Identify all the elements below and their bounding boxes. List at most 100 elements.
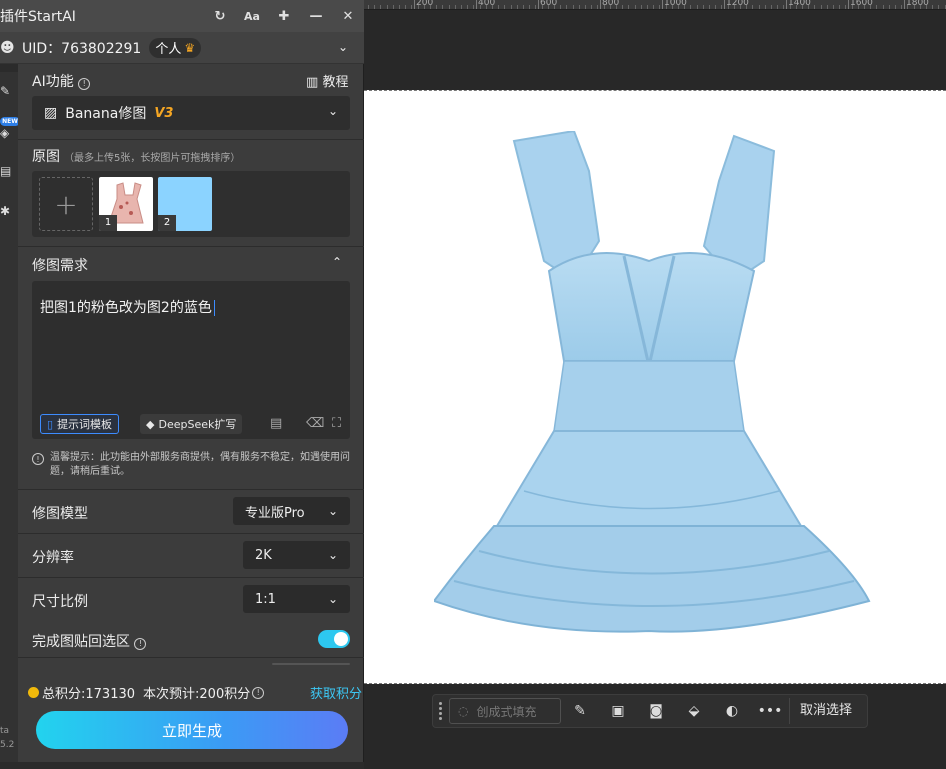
scroll-indicator[interactable] xyxy=(272,663,350,665)
ruler-minor-tick xyxy=(888,5,890,9)
artboard[interactable] xyxy=(364,90,946,684)
ruler-minor-tick xyxy=(616,5,617,9)
ruler-minor-tick xyxy=(622,5,624,9)
ruler-minor-tick xyxy=(485,5,487,9)
ruler-minor-tick xyxy=(882,5,884,9)
ai-function-label: AI功能 ! xyxy=(32,71,91,91)
generative-fill-label: 创成式填充 xyxy=(476,704,537,719)
ruler-minor-tick xyxy=(671,5,673,9)
get-points-link[interactable]: 获取积分 xyxy=(310,683,362,702)
file-icon[interactable]: ▤ xyxy=(0,164,14,178)
fill-bucket-icon[interactable]: ⬙ xyxy=(675,698,713,724)
refresh-icon[interactable]: ↻ xyxy=(204,9,236,24)
tutorial-link[interactable]: ▥ 教程 xyxy=(306,71,348,90)
source-image-thumb[interactable]: 2 xyxy=(158,177,212,231)
ruler-minor-tick xyxy=(907,5,909,9)
prompt-template-button[interactable]: ▯ 提示词模板 xyxy=(40,414,120,434)
ruler-tick xyxy=(904,0,905,9)
ruler-minor-tick xyxy=(461,5,462,9)
source-images-note: （最多上传5张，长按图片可拖拽排序） xyxy=(64,153,241,164)
uid-text: UID：763802291 xyxy=(22,40,142,57)
chevron-down-icon[interactable]: ⌄ xyxy=(338,40,348,54)
ai-function-value: Banana修图 xyxy=(65,106,147,122)
sparkle-icon: ◌ xyxy=(458,704,469,718)
generate-button[interactable]: 立即生成 xyxy=(36,711,348,749)
prompt-box[interactable]: 把图1的粉色改为图2的蓝色 ▯ 提示词模板 ◆ DeepSeek扩写 ▤ ⌫ ⛶ xyxy=(32,281,350,439)
generative-fill-button[interactable]: ◌ 创成式填充 xyxy=(449,698,561,724)
info-icon[interactable]: ! xyxy=(134,637,147,650)
user-icon: ☻ xyxy=(0,39,15,56)
app-title: 插件StartAI xyxy=(0,9,76,25)
ruler-minor-tick xyxy=(913,5,915,9)
chevron-up-icon[interactable]: ⌃ xyxy=(332,255,342,269)
whale-icon: ◆ xyxy=(146,417,155,431)
ruler-minor-tick xyxy=(591,5,593,9)
ruler-minor-tick xyxy=(764,5,766,9)
ruler-minor-tick xyxy=(783,5,785,9)
ruler-minor-tick xyxy=(938,5,940,9)
ruler-minor-tick xyxy=(647,5,648,9)
chevron-down-icon: ⌄ xyxy=(327,548,338,562)
ruler-minor-tick xyxy=(523,5,524,9)
ruler-minor-tick xyxy=(771,5,772,9)
font-size-icon[interactable]: Aa xyxy=(236,10,268,23)
aspect-ratio-label: 尺寸比例 xyxy=(32,594,88,610)
account-row[interactable]: ☻ UID：763802291 个人 ♛ ⌄ xyxy=(0,32,364,64)
ruler-minor-tick xyxy=(839,5,841,9)
resolution-select[interactable]: 2K ⌄ xyxy=(243,541,350,569)
ruler-tick xyxy=(538,0,539,9)
panel-titlebar: 插件StartAI ↻ Aa ✚ — ✕ xyxy=(0,0,364,32)
ruler-minor-tick xyxy=(634,5,636,9)
close-icon[interactable]: ✕ xyxy=(332,9,364,24)
prompt-input[interactable]: 把图1的粉色改为图2的蓝色 xyxy=(40,297,215,317)
left-tool-strip: ✎ NEW ◈ ▤ ✱ xyxy=(0,72,20,762)
chevron-down-icon: ⌄ xyxy=(327,592,338,606)
upload-image-button[interactable]: + xyxy=(39,177,93,231)
ruler-tick xyxy=(476,0,477,9)
pin-icon[interactable]: ✚ xyxy=(268,9,300,24)
total-points: 总积分:173130 xyxy=(42,687,136,702)
brush-icon[interactable]: ✎ xyxy=(561,698,599,724)
ruler-minor-tick xyxy=(758,5,760,9)
info-icon[interactable]: ! xyxy=(78,77,91,90)
paste-back-toggle[interactable] xyxy=(318,630,350,648)
model-label: 修图模型 xyxy=(32,506,88,522)
ruler-tick xyxy=(662,0,663,9)
chevron-down-icon: ⌄ xyxy=(327,504,338,518)
ruler-minor-tick xyxy=(516,5,518,9)
deselect-button[interactable]: 取消选择 xyxy=(789,698,852,724)
deepseek-expand-button[interactable]: ◆ DeepSeek扩写 xyxy=(140,414,243,434)
ruler-minor-tick xyxy=(702,5,704,9)
ai-function-select[interactable]: ▨ Banana修图 V3 ⌄ xyxy=(32,96,350,130)
ruler-minor-tick xyxy=(826,5,828,9)
notice: ! 温馨提示：此功能由外部服务商提供，偶有服务不稳定，如遇使用问题，请稍后重试。 xyxy=(32,451,350,479)
ruler-minor-tick xyxy=(665,5,667,9)
source-image-thumb[interactable]: 1 xyxy=(99,177,153,231)
ruler-minor-tick xyxy=(510,5,512,9)
drag-handle[interactable] xyxy=(433,702,447,720)
adjustment-icon[interactable]: ◐ xyxy=(713,698,751,724)
history-icon[interactable]: ▤ xyxy=(270,416,282,431)
layers-icon[interactable]: ◈ xyxy=(0,126,14,140)
more-icon[interactable]: ••• xyxy=(751,698,789,724)
points-row: 总积分:173130 本次预计:200积分 ! 获取积分 xyxy=(28,683,362,702)
dress-image xyxy=(434,131,871,633)
selection-mask-icon[interactable]: ◙ xyxy=(637,698,675,724)
ruler-minor-tick xyxy=(492,5,493,9)
ruler-minor-tick xyxy=(473,5,475,9)
aspect-ratio-select[interactable]: 1:1 ⌄ xyxy=(243,585,350,613)
info-icon[interactable]: ! xyxy=(252,686,265,699)
ruler-minor-tick xyxy=(504,5,506,9)
edit-request-label: 修图需求 xyxy=(32,258,88,274)
ruler-minor-tick xyxy=(678,5,679,9)
mask-icon[interactable]: ▣ xyxy=(599,698,637,724)
divider xyxy=(18,246,364,247)
minimize-icon[interactable]: — xyxy=(300,9,332,24)
ruler-minor-tick xyxy=(932,5,934,9)
model-select[interactable]: 专业版Pro ⌄ xyxy=(233,497,350,525)
expand-icon[interactable]: ⛶ xyxy=(332,416,341,431)
ruler-minor-tick xyxy=(845,5,847,9)
gear-icon[interactable]: ✱ xyxy=(0,204,14,218)
trash-icon[interactable]: ⌫ xyxy=(306,416,324,431)
edit-icon[interactable]: ✎ xyxy=(0,84,14,98)
